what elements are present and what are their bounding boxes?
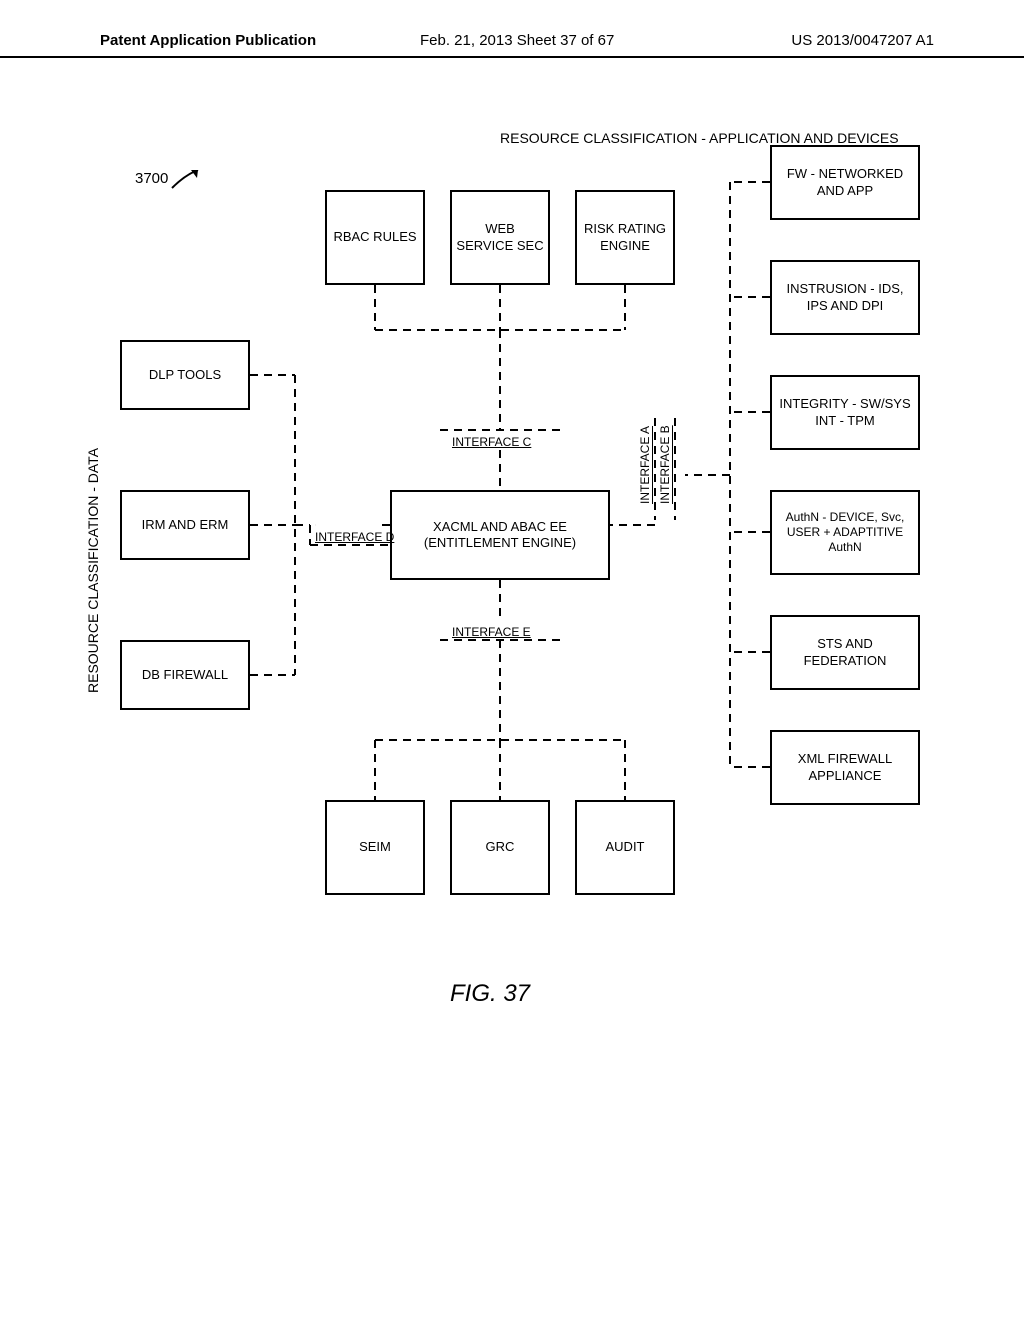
reference-number: 3700 [135,170,168,187]
irm-erm-box: IRM AND ERM [120,490,250,560]
xacml-abac-box: XACML AND ABAC EE (ENTITLEMENT ENGINE) [390,490,610,580]
irm-erm-label: IRM AND ERM [142,517,229,533]
header-right: US 2013/0047207 A1 [791,32,934,49]
intrusion-label: INSTRUSION - IDS, IPS AND DPI [776,281,914,314]
diagram: 3700 RESOURCE CLASSIFICATION - APPLICATI… [90,130,930,1130]
header-left: Patent Application Publication [100,32,316,49]
integrity-box: INTEGRITY - SW/SYS INT - TPM [770,375,920,450]
refnum-arrow-icon [170,170,210,210]
web-service-sec-box: WEB SERVICE SEC [450,190,550,285]
db-firewall-box: DB FIREWALL [120,640,250,710]
authn-box: AuthN - DEVICE, Svc, USER + ADAPTITIVE A… [770,490,920,575]
db-firewall-label: DB FIREWALL [142,667,228,683]
xml-firewall-label: XML FIREWALL APPLIANCE [776,751,914,784]
grc-box: GRC [450,800,550,895]
dlp-tools-box: DLP TOOLS [120,340,250,410]
interface-d-label: INTERFACE D [315,530,394,544]
grc-label: GRC [486,839,515,855]
rbac-rules-box: RBAC RULES [325,190,425,285]
audit-box: AUDIT [575,800,675,895]
rbac-rules-label: RBAC RULES [333,229,416,245]
xml-firewall-box: XML FIREWALL APPLIANCE [770,730,920,805]
figure-label: FIG. 37 [450,980,530,1008]
risk-rating-engine-box: RISK RATING ENGINE [575,190,675,285]
xacml-abac-label: XACML AND ABAC EE (ENTITLEMENT ENGINE) [396,519,604,552]
dlp-tools-label: DLP TOOLS [149,367,221,383]
integrity-label: INTEGRITY - SW/SYS INT - TPM [776,396,914,429]
intrusion-box: INSTRUSION - IDS, IPS AND DPI [770,260,920,335]
sts-federation-label: STS AND FEDERATION [776,636,914,669]
fw-networked-label: FW - NETWORKED AND APP [776,166,914,199]
audit-label: AUDIT [606,839,645,855]
page-header: Patent Application Publication Feb. 21, … [0,32,1024,58]
authn-label: AuthN - DEVICE, Svc, USER + ADAPTITIVE A… [776,510,914,555]
interface-a-label: INTERFACE A [638,412,652,517]
web-service-sec-label: WEB SERVICE SEC [456,221,544,254]
resource-class-data-label: RESOURCE CLASSIFICATION - DATA [85,430,101,710]
fw-networked-box: FW - NETWORKED AND APP [770,145,920,220]
sts-federation-box: STS AND FEDERATION [770,615,920,690]
seim-label: SEIM [359,839,391,855]
header-mid: Feb. 21, 2013 Sheet 37 of 67 [420,32,614,49]
interface-e-label: INTERFACE E [452,625,531,639]
resource-class-app-label: RESOURCE CLASSIFICATION - APPLICATION AN… [500,130,899,146]
risk-rating-engine-label: RISK RATING ENGINE [581,221,669,254]
interface-c-label: INTERFACE C [452,435,531,449]
seim-box: SEIM [325,800,425,895]
interface-b-label: INTERFACE B [658,412,672,517]
